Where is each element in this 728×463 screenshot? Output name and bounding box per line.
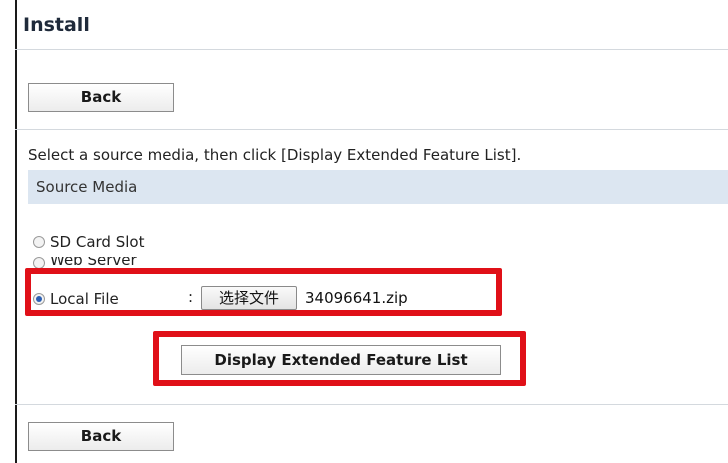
field-separator: : (188, 288, 194, 306)
option-label: Local File (50, 290, 119, 308)
instruction-text: Select a source media, then click [Displ… (28, 146, 522, 164)
option-label: SD Card Slot (50, 233, 145, 251)
option-sd-card-slot[interactable]: SD Card Slot (33, 233, 144, 251)
divider (15, 129, 728, 130)
page-title: Install (23, 14, 90, 36)
section-title: Source Media (36, 178, 138, 196)
back-button-bottom[interactable]: Back (28, 422, 174, 451)
divider (15, 404, 728, 405)
option-local-file[interactable]: Local File (33, 290, 119, 308)
divider (15, 49, 728, 50)
choose-file-button[interactable]: 选择文件 (201, 286, 297, 310)
radio-sd-card-slot[interactable] (33, 236, 45, 248)
radio-local-file[interactable] (33, 293, 45, 305)
selected-file-name: 34096641.zip (305, 289, 408, 307)
display-extended-feature-list-button[interactable]: Display Extended Feature List (181, 345, 501, 375)
section-header-source-media: Source Media (28, 170, 728, 204)
page-frame (15, 0, 728, 463)
back-button-top[interactable]: Back (28, 83, 174, 112)
